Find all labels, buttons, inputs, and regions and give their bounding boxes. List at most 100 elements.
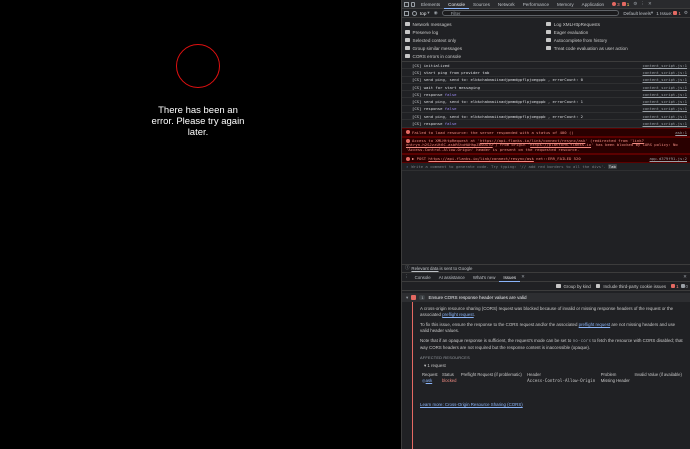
drawer-tab-issues[interactable]: Issues bbox=[499, 273, 521, 282]
log-levels-dropdown[interactable]: Default levels bbox=[623, 11, 651, 16]
tab-memory[interactable]: Memory bbox=[553, 0, 578, 9]
setting-group-similar[interactable]: Group similar messages bbox=[405, 44, 545, 52]
tab-application[interactable]: Application bbox=[578, 0, 608, 9]
setting-eager-evaluation[interactable]: Eager evaluation bbox=[546, 28, 686, 36]
request-cell[interactable]: ◎ask bbox=[420, 378, 440, 384]
chevron-down-icon: ▾ bbox=[650, 10, 654, 15]
preflight-link[interactable]: preflight request bbox=[442, 312, 474, 317]
source-link[interactable]: content_script.js:1 bbox=[642, 121, 687, 126]
tab-key-hint: Tab bbox=[607, 164, 617, 170]
issue-count-red: 1 bbox=[671, 284, 679, 289]
issue-paragraph: To fix this issue, ensure the response t… bbox=[420, 322, 676, 333]
issue-icon bbox=[621, 2, 626, 7]
inspect-icon[interactable] bbox=[404, 1, 409, 7]
console-line: [CS] response false content_script.js:1 bbox=[402, 106, 690, 114]
setting-network-messages[interactable]: Network messages bbox=[405, 20, 545, 28]
setting-autocomplete-history[interactable]: Autocomplete from history bbox=[546, 36, 686, 44]
tab-elements[interactable]: Elements bbox=[417, 0, 444, 9]
source-link[interactable]: ask:1 bbox=[675, 130, 687, 135]
checkbox[interactable] bbox=[546, 29, 551, 35]
relevant-data-notice: ⓘ Relevant data is sent to Google bbox=[402, 264, 690, 271]
console-toolbar: top ▾ ◉ Filter Default levels ▾ 1 Issue:… bbox=[402, 9, 690, 18]
issues-toolbar: Group by kind Include third-party cookie… bbox=[402, 282, 690, 291]
source-link[interactable]: content_script.js:1 bbox=[642, 77, 687, 82]
drawer-tab-ai-assistance[interactable]: AI assistance bbox=[435, 273, 469, 282]
info-icon: ⓘ bbox=[405, 265, 410, 270]
error-circle-icon bbox=[176, 44, 220, 88]
page-viewport: There has been an error. Please try agai… bbox=[0, 0, 400, 449]
sidebar-toggle-icon[interactable] bbox=[404, 10, 409, 16]
relevant-data-link[interactable]: Relevant data bbox=[411, 266, 438, 271]
error-icon bbox=[612, 2, 617, 7]
source-link[interactable]: content_script.js:1 bbox=[642, 99, 687, 104]
source-link[interactable]: content_script.js:1 bbox=[642, 85, 687, 90]
checkbox[interactable] bbox=[405, 45, 410, 51]
warning-count-badge[interactable]: 1 bbox=[621, 2, 629, 7]
checkbox[interactable] bbox=[405, 29, 410, 35]
error-count-badge[interactable]: 3 bbox=[612, 2, 620, 7]
tab-performance[interactable]: Performance bbox=[519, 0, 553, 9]
setting-treat-as-user-action[interactable]: Treat code evaluation as user action bbox=[546, 44, 686, 52]
gear-icon[interactable]: ⚙ bbox=[633, 1, 637, 7]
console-line: [CS] wait for start messaging content_scr… bbox=[402, 84, 690, 92]
source-link[interactable]: content_script.js:1 bbox=[642, 114, 687, 119]
console-line: [CS] initialized content_script.js:1 bbox=[402, 62, 690, 70]
request-toggle[interactable]: ▾ 1 request bbox=[424, 363, 685, 369]
close-icon[interactable]: ✕ bbox=[521, 274, 525, 280]
issue-icon bbox=[411, 295, 417, 300]
source-link[interactable]: content_script.js:1 bbox=[642, 92, 687, 97]
close-icon[interactable]: ✕ bbox=[648, 1, 652, 7]
checkbox[interactable] bbox=[546, 45, 551, 51]
request-url-link[interactable]: https://api.flanks.io/link/connect/resyn… bbox=[428, 156, 533, 161]
issue-paragraph: A cross-origin resource sharing (CORS) r… bbox=[420, 306, 674, 317]
affected-requests-table: Request Status Preflight Request (if pro… bbox=[420, 372, 685, 384]
drawer-tab-whats-new[interactable]: What's new bbox=[469, 273, 500, 282]
setting-selected-context[interactable]: Selected context only bbox=[405, 36, 545, 44]
console-line: [CS] response false content_script.js:1 bbox=[402, 91, 690, 99]
learn-more-link[interactable]: Learn more: Cross-Origin Resource Sharin… bbox=[420, 402, 523, 407]
close-drawer-icon[interactable]: ✕ bbox=[683, 274, 687, 280]
prompt-chevron-icon: › bbox=[406, 164, 409, 170]
console-error-post[interactable]: ▶ POST https://api.flanks.io/link/connec… bbox=[402, 154, 690, 164]
issue-header[interactable]: ▾ 1 Ensure CORS response header values a… bbox=[402, 293, 690, 302]
third-party-checkbox[interactable] bbox=[595, 283, 601, 289]
checkbox[interactable] bbox=[405, 37, 410, 43]
drawer-menu-icon[interactable]: ⋮ bbox=[404, 274, 409, 280]
source-link[interactable]: content_script.js:1 bbox=[642, 63, 687, 68]
console-error-400: Failed to load resource: the server resp… bbox=[402, 127, 690, 137]
issues-link[interactable]: 1 Issue: bbox=[656, 11, 672, 16]
console-settings: Network messages Preserve log Selected c… bbox=[402, 18, 690, 62]
source-link[interactable]: app.d379f91.js:2 bbox=[650, 156, 687, 161]
checkbox[interactable] bbox=[546, 37, 551, 43]
console-line: [CS] response false content_script.js:1 bbox=[402, 120, 690, 128]
tab-console[interactable]: Console bbox=[444, 0, 470, 9]
chevron-down-icon: ▾ bbox=[406, 294, 409, 300]
table-row: ◎ask blocked Access-Control-Allow-Origin… bbox=[420, 378, 630, 384]
device-toggle-icon[interactable] bbox=[411, 1, 415, 7]
source-link[interactable]: content_script.js:1 bbox=[642, 70, 687, 75]
preflight-link[interactable]: preflight request bbox=[579, 322, 611, 327]
setting-preserve-log[interactable]: Preserve log bbox=[405, 28, 545, 36]
drawer-tab-bar: ⋮ Console AI assistance What's new Issue… bbox=[402, 273, 690, 282]
issues-count-badge[interactable]: 1 bbox=[673, 11, 681, 16]
console-line: [CS] send ping, send to: elbkchakmaiinad… bbox=[402, 113, 690, 121]
context-selector[interactable]: top bbox=[420, 11, 426, 16]
issue-icon bbox=[671, 284, 676, 289]
setting-log-xhr[interactable]: Log XMLHttpRequests bbox=[546, 20, 686, 28]
checkbox[interactable] bbox=[405, 53, 410, 59]
drawer-tab-console[interactable]: Console bbox=[411, 273, 435, 282]
gear-icon[interactable]: ⚙ bbox=[684, 10, 688, 16]
checkbox[interactable] bbox=[405, 21, 410, 27]
tab-sources[interactable]: Sources bbox=[469, 0, 494, 9]
filter-input[interactable]: Filter bbox=[441, 10, 620, 16]
eye-icon[interactable]: ◉ bbox=[434, 10, 438, 16]
checkbox[interactable] bbox=[546, 21, 551, 27]
setting-cors-errors[interactable]: CORS errors in console bbox=[405, 52, 545, 60]
console-prompt[interactable]: › Write a comment to generate code. Try … bbox=[402, 163, 690, 172]
group-by-kind-checkbox[interactable] bbox=[556, 283, 561, 289]
chevron-down-icon: ▾ bbox=[427, 10, 430, 15]
source-link[interactable]: content_script.js:1 bbox=[642, 106, 687, 111]
kebab-menu-icon[interactable]: ⋮ bbox=[640, 1, 645, 7]
tab-network[interactable]: Network bbox=[494, 0, 519, 9]
clear-console-icon[interactable] bbox=[412, 10, 417, 16]
